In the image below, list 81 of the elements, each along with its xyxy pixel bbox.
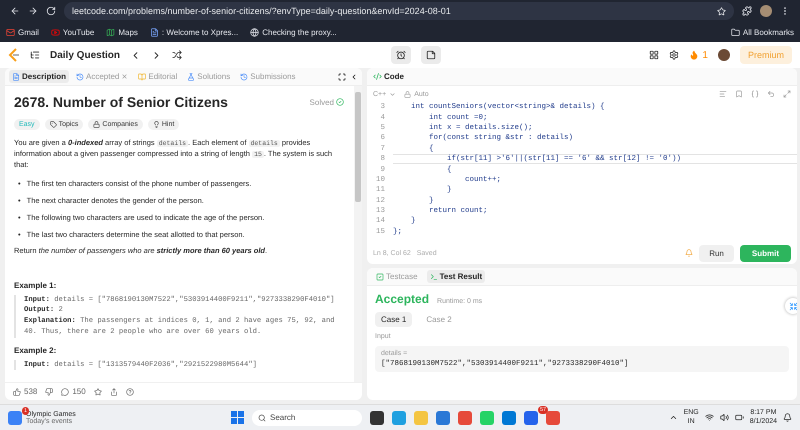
history-icon [240, 72, 248, 80]
volume-icon[interactable] [720, 413, 729, 422]
all-bookmarks-link[interactable]: All Bookmarks [730, 28, 794, 36]
floating-button[interactable] [785, 298, 797, 314]
reload-icon[interactable] [46, 6, 56, 16]
settings-icon[interactable] [669, 50, 680, 60]
star-icon[interactable] [94, 388, 102, 396]
book-icon [138, 72, 146, 80]
like-button[interactable]: 538 [13, 387, 38, 396]
note-icon [426, 50, 436, 60]
comment-count: 150 [72, 387, 86, 396]
widget-icon[interactable] [8, 410, 22, 424]
format-icon[interactable] [719, 90, 727, 98]
bookmark-icon[interactable] [735, 90, 743, 98]
help-icon[interactable] [126, 388, 134, 396]
maximize-icon[interactable] [338, 72, 346, 80]
globe-icon [250, 28, 260, 36]
lightbulb-icon [152, 121, 160, 128]
run-button[interactable]: Run [699, 244, 734, 262]
verdict-text: Accepted [375, 292, 430, 306]
code-panel-title: Code [384, 72, 404, 81]
expand-icon[interactable] [783, 90, 791, 98]
result-tab[interactable]: Test Result [426, 270, 486, 283]
lock-icon [93, 121, 100, 128]
example-heading: Example 1: [14, 280, 58, 290]
arrows-icon [788, 302, 797, 310]
avatar[interactable] [760, 5, 772, 17]
document-icon [12, 72, 20, 80]
shuffle-icon[interactable] [172, 50, 182, 60]
collapse-icon[interactable] [350, 72, 358, 80]
solved-status: Solved [310, 98, 334, 106]
alarm-clock-icon [396, 50, 406, 60]
code-icon [373, 72, 382, 81]
battery-icon[interactable] [734, 413, 744, 422]
wifi-icon[interactable] [704, 413, 714, 422]
extensions-icon[interactable] [742, 6, 752, 16]
close-icon[interactable] [121, 73, 128, 80]
comments-button[interactable]: 150 [61, 387, 86, 396]
panel-tab[interactable]: Description [9, 70, 70, 83]
avatar[interactable] [718, 49, 730, 61]
bookmark-link[interactable]: Maps [106, 28, 138, 36]
streak-count: 1 [702, 50, 708, 60]
chevron-up-icon[interactable] [668, 413, 678, 422]
check-circle-icon [336, 98, 344, 106]
like-count: 538 [24, 387, 38, 396]
note-button[interactable] [420, 46, 441, 64]
play-icon [50, 28, 60, 36]
search-icon [258, 414, 266, 422]
list-icon[interactable] [30, 50, 40, 60]
address-bar[interactable]: leetcode.com/problems/number-of-senior-citizens/?envType=daily-question&envId=2024-08-01 [64, 2, 734, 20]
windows-icon[interactable] [231, 411, 244, 424]
example-heading: Example 2: [14, 346, 58, 355]
bookmark-link[interactable]: : Welcome to Xpres... [150, 28, 238, 36]
daily-question-title: Daily Question [50, 50, 120, 60]
flame-icon [689, 50, 700, 60]
comment-icon [61, 388, 70, 396]
bookmark-link[interactable]: YouTube [50, 28, 94, 36]
alarm-button[interactable] [390, 46, 411, 64]
bell-icon[interactable] [783, 413, 792, 422]
reset-icon[interactable] [767, 90, 775, 98]
share-icon[interactable] [110, 388, 118, 396]
taskbar-search[interactable]: Search [252, 410, 362, 426]
grid-icon[interactable] [649, 50, 660, 60]
page-icon [150, 28, 159, 36]
tag-icon [50, 121, 57, 128]
lock-icon [404, 90, 412, 98]
dislike-icon[interactable] [45, 388, 54, 396]
logo-icon [8, 48, 20, 62]
thumbs-up-icon [13, 388, 21, 396]
bookmark-link[interactable]: Gmail [6, 28, 39, 36]
problem-title: 2678. Number of Senior Citizens [14, 94, 228, 110]
back-icon[interactable] [10, 6, 20, 16]
history-icon [76, 72, 84, 80]
braces-icon[interactable] [751, 90, 759, 98]
chevron-down-icon[interactable] [389, 90, 396, 98]
bookmark-link[interactable]: Checking the proxy... [250, 28, 337, 36]
forward-icon[interactable] [28, 6, 38, 16]
checkbox-icon [376, 272, 384, 280]
flask-icon [187, 72, 196, 80]
terminal-icon [430, 272, 438, 280]
case-tab[interactable]: Case 1 [375, 312, 412, 327]
